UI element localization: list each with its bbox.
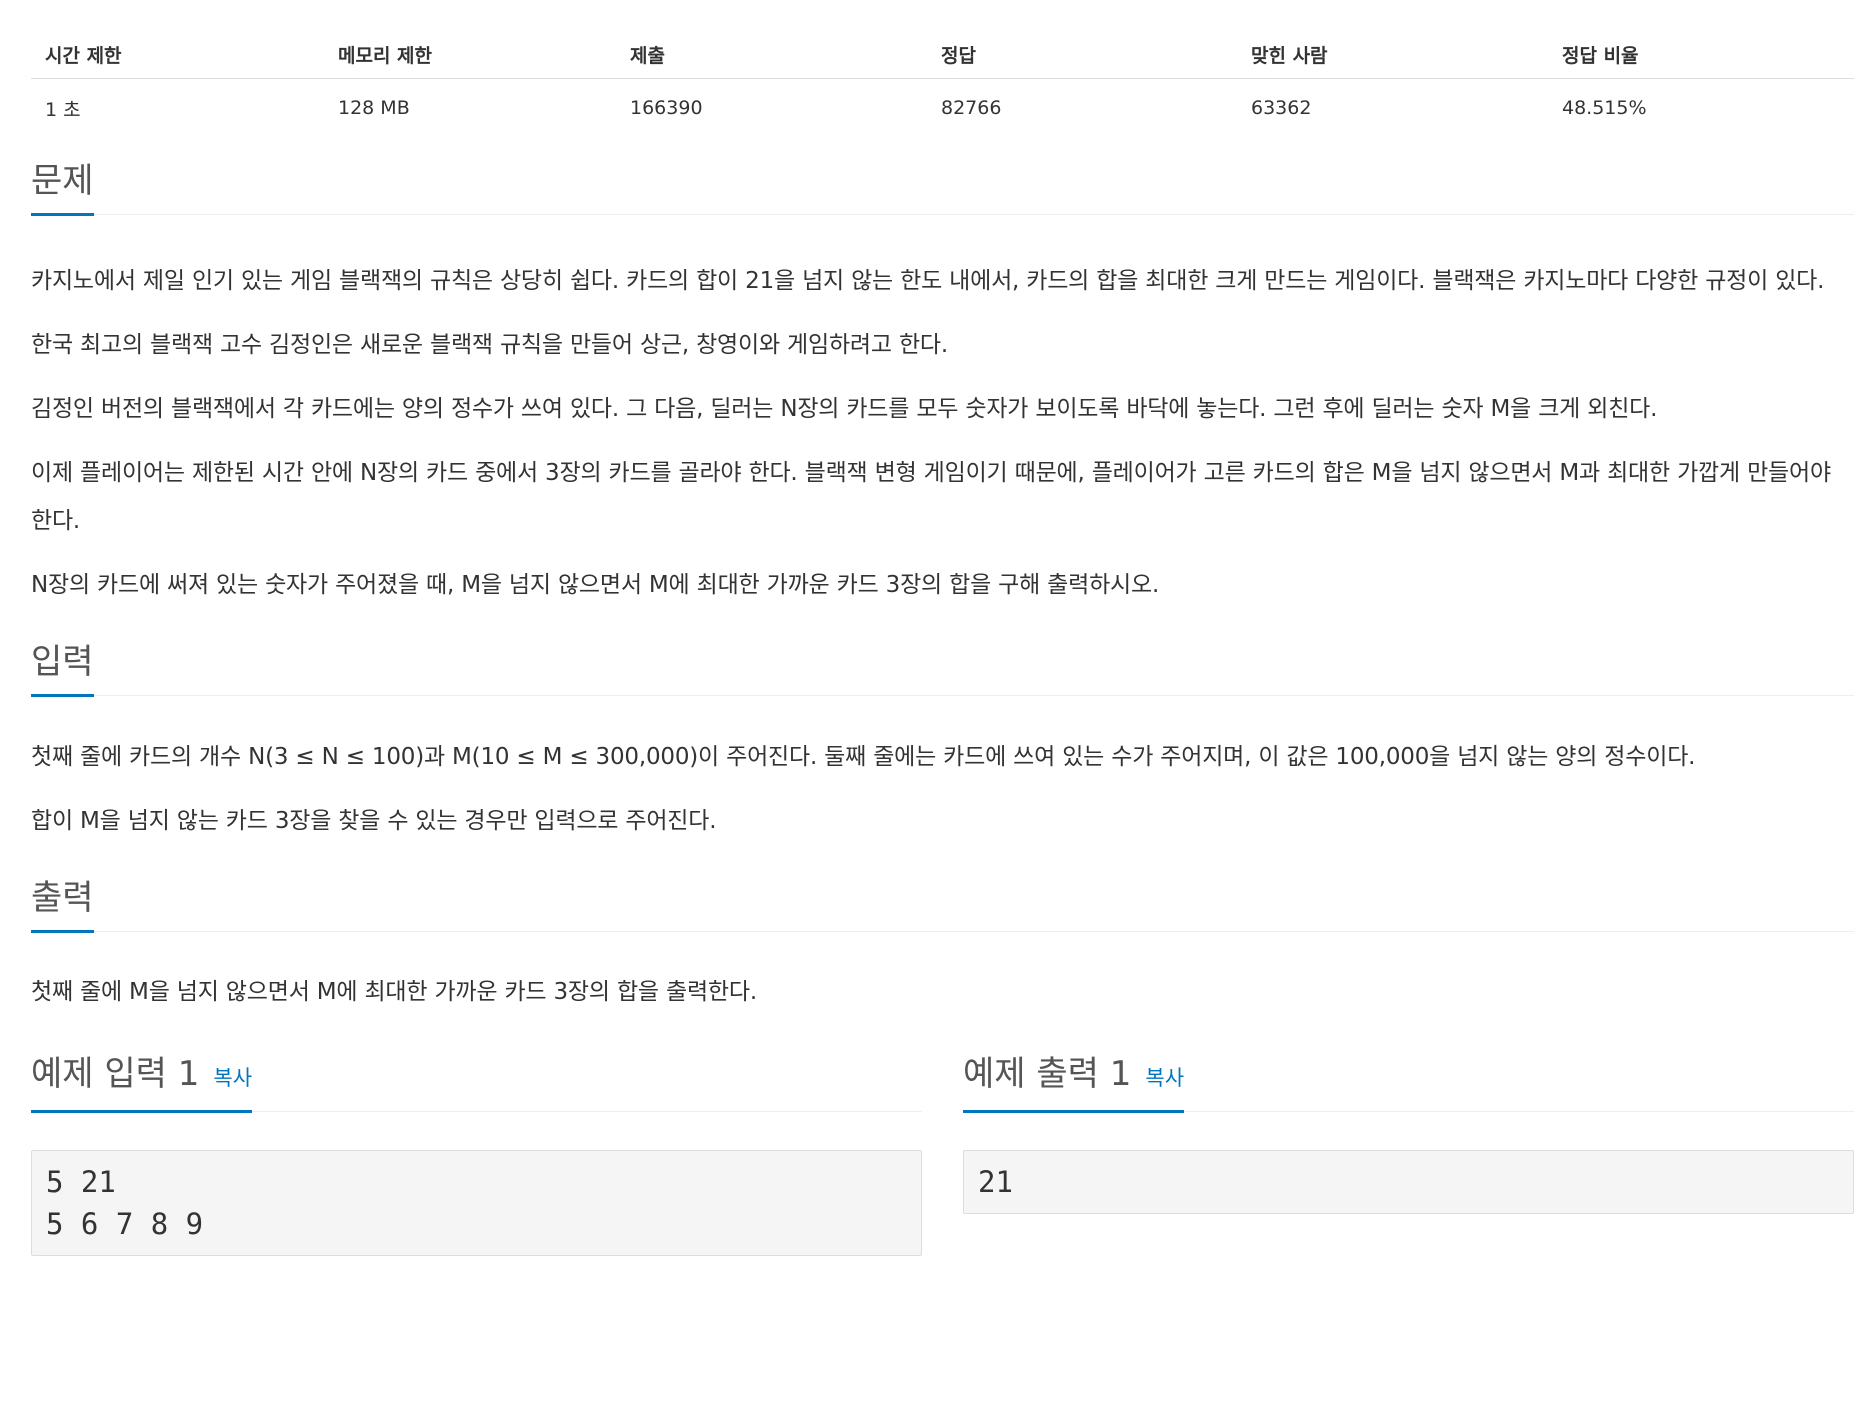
input-paragraph: 첫째 줄에 카드의 개수 N(3 ≤ N ≤ 100)과 M(10 ≤ M ≤ … <box>31 744 1696 770</box>
output-section: 출력 첫째 줄에 M을 넘지 않으면서 M에 최대한 가까운 카드 3장의 합을… <box>31 869 1854 1016</box>
examples-row: 예제 입력 1 복사 5 21 5 6 7 8 9 예제 출력 1 복사 21 <box>31 1044 1854 1256</box>
stats-header-time-limit: 시간 제한 <box>31 30 324 79</box>
problem-paragraph: 카지노에서 제일 인기 있는 게임 블랙잭의 규칙은 상당히 쉽다. 카드의 합… <box>31 268 1825 294</box>
input-section-body: 첫째 줄에 카드의 개수 N(3 ≤ N ≤ 100)과 M(10 ≤ M ≤ … <box>31 733 1854 845</box>
sample-input-header: 예제 입력 1 복사 <box>31 1044 922 1113</box>
stats-header-solved-users: 맞힌 사람 <box>1237 30 1548 79</box>
problem-paragraph: N장의 카드에 써져 있는 숫자가 주어졌을 때, M을 넘지 않으면서 M에 … <box>31 572 1160 598</box>
sample-input-title: 예제 입력 1 복사 <box>31 1054 253 1113</box>
stats-value-memory-limit: 128 MB <box>338 97 410 119</box>
input-section: 입력 첫째 줄에 카드의 개수 N(3 ≤ N ≤ 100)과 M(10 ≤ M… <box>31 633 1854 845</box>
problem-section-body: 카지노에서 제일 인기 있는 게임 블랙잭의 규칙은 상당히 쉽다. 카드의 합… <box>31 257 1854 609</box>
output-section-title: 출력 <box>31 878 94 933</box>
sample-input-title-text: 예제 입력 1 <box>31 1054 200 1094</box>
stats-value-row: 1 초 128 MB 166390 82766 63362 48.515% <box>31 79 1854 138</box>
stats-header-submissions: 제출 <box>616 30 927 79</box>
stats-value-accept-ratio: 48.515% <box>1562 97 1647 119</box>
input-paragraph: 합이 M을 넘지 않는 카드 3장을 찾을 수 있는 경우만 입력으로 주어진다… <box>31 808 717 834</box>
output-section-header: 출력 <box>31 869 1854 933</box>
sample-output-title-text: 예제 출력 1 <box>963 1054 1132 1094</box>
input-section-title: 입력 <box>31 642 94 697</box>
input-section-title-text: 입력 <box>31 642 94 682</box>
problem-paragraph: 한국 최고의 블랙잭 고수 김정인은 새로운 블랙잭 규칙을 만들어 상근, 창… <box>31 332 948 358</box>
sample-input-section: 예제 입력 1 복사 5 21 5 6 7 8 9 <box>31 1044 922 1256</box>
stats-header-accepted: 정답 <box>927 30 1237 79</box>
sample-output-code[interactable]: 21 <box>963 1150 1854 1214</box>
stats-value-accepted: 82766 <box>941 97 1002 119</box>
input-section-header: 입력 <box>31 633 1854 697</box>
problem-section-title-text: 문제 <box>31 161 94 201</box>
stats-header-memory-limit: 메모리 제한 <box>324 30 616 79</box>
stats-value-submissions: 166390 <box>630 97 703 119</box>
sample-input-code[interactable]: 5 21 5 6 7 8 9 <box>31 1150 922 1256</box>
sample-output-copy-button[interactable]: 복사 <box>1145 1066 1184 1090</box>
sample-output-header: 예제 출력 1 복사 <box>963 1044 1854 1113</box>
problem-stats-table: 시간 제한 메모리 제한 제출 정답 맞힌 사람 정답 비율 1 초 128 M… <box>31 30 1854 137</box>
problem-section-header: 문제 <box>31 152 1854 216</box>
problem-paragraph: 김정인 버전의 블랙잭에서 각 카드에는 양의 정수가 쓰여 있다. 그 다음,… <box>31 396 1658 422</box>
output-paragraph: 첫째 줄에 M을 넘지 않으면서 M에 최대한 가까운 카드 3장의 합을 출력… <box>31 979 757 1005</box>
stats-value-solved-users: 63362 <box>1251 97 1312 119</box>
stats-header-accept-ratio: 정답 비율 <box>1548 30 1854 79</box>
stats-value-time-limit: 1 초 <box>45 98 81 121</box>
output-section-body: 첫째 줄에 M을 넘지 않으면서 M에 최대한 가까운 카드 3장의 합을 출력… <box>31 968 1854 1016</box>
stats-header-row: 시간 제한 메모리 제한 제출 정답 맞힌 사람 정답 비율 <box>31 30 1854 79</box>
sample-output-section: 예제 출력 1 복사 21 <box>963 1044 1854 1256</box>
sample-output-title: 예제 출력 1 복사 <box>963 1054 1185 1113</box>
problem-page: 시간 제한 메모리 제한 제출 정답 맞힌 사람 정답 비율 1 초 128 M… <box>0 30 1870 1404</box>
sample-input-copy-button[interactable]: 복사 <box>213 1066 252 1090</box>
problem-section-title: 문제 <box>31 161 94 216</box>
output-section-title-text: 출력 <box>31 878 94 918</box>
problem-paragraph: 이제 플레이어는 제한된 시간 안에 N장의 카드 중에서 3장의 카드를 골라… <box>31 460 1831 534</box>
problem-description-section: 문제 카지노에서 제일 인기 있는 게임 블랙잭의 규칙은 상당히 쉽다. 카드… <box>31 152 1854 609</box>
